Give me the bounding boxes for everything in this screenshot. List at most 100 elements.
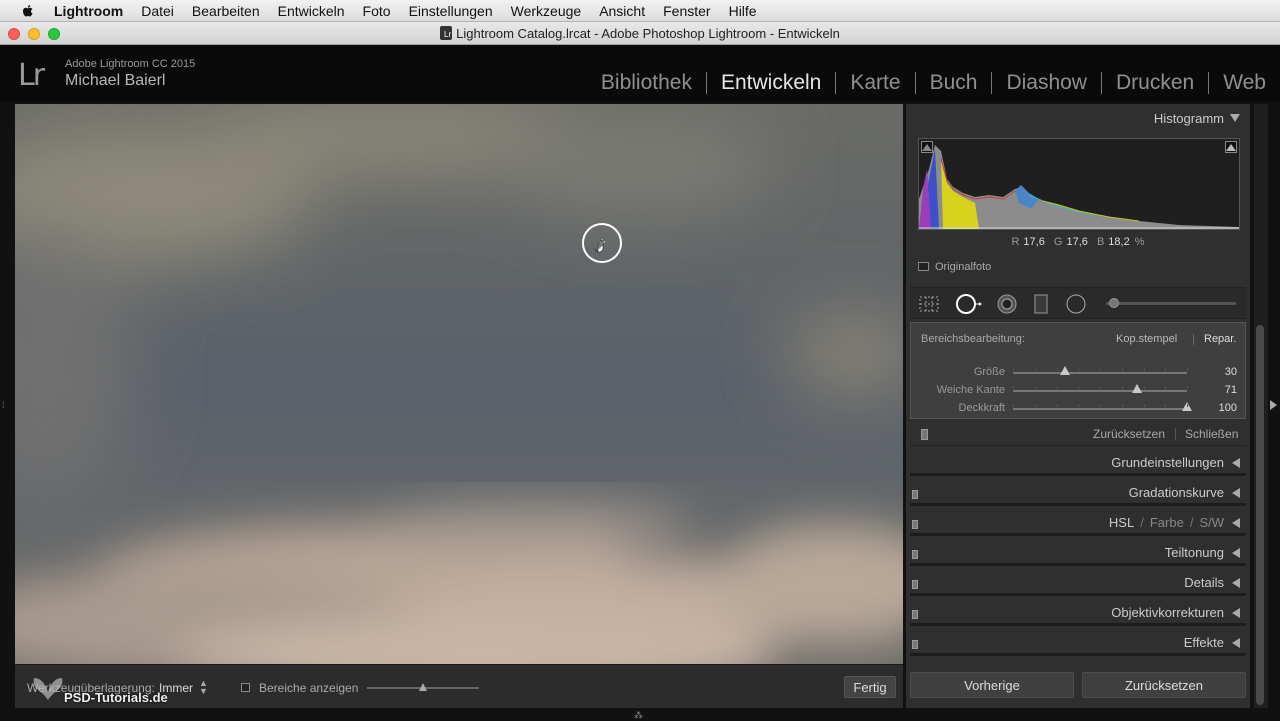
slider-tick <box>1078 368 1080 371</box>
apple-icon[interactable] <box>20 3 36 19</box>
radial-filter-icon[interactable] <box>1065 293 1087 315</box>
section-hsl-title: HSL / Farbe / S/W <box>1109 515 1224 530</box>
clone-mode-button[interactable]: Kop.stempel <box>1116 333 1177 345</box>
module-buch[interactable]: Buch <box>914 72 992 94</box>
expand-triangle-icon[interactable] <box>1232 608 1240 618</box>
feather-slider-knob[interactable] <box>1131 384 1142 393</box>
reset-button[interactable]: Zurücksetzen <box>1082 672 1246 698</box>
brush-slider[interactable] <box>1106 302 1236 305</box>
section-toggle-switch[interactable] <box>912 550 918 559</box>
module-bibliothek[interactable]: Bibliothek <box>587 72 706 94</box>
size-value[interactable]: 30 <box>1225 366 1237 378</box>
expand-triangle-icon[interactable] <box>1232 488 1240 498</box>
feather-slider[interactable] <box>1013 390 1187 392</box>
expand-triangle-icon[interactable] <box>1232 518 1240 528</box>
feather-value[interactable]: 71 <box>1225 384 1237 396</box>
spot-tool-footer: Zurücksetzen Schließen <box>910 422 1246 446</box>
expand-triangle-icon[interactable] <box>1232 548 1240 558</box>
lightroom-logo: Lr <box>18 58 45 93</box>
color-tab[interactable]: Farbe <box>1150 515 1184 530</box>
section-lens-corrections[interactable]: Objektivkorrekturen <box>910 600 1246 626</box>
section-basic[interactable]: Grundeinstellungen <box>910 450 1246 476</box>
original-photo-label: Originalfoto <box>935 261 992 273</box>
slider-tick <box>1013 368 1014 371</box>
slider-tick <box>1034 386 1036 389</box>
tool-reset-button[interactable]: Zurücksetzen <box>1093 427 1165 441</box>
expand-triangle-icon[interactable] <box>1232 638 1240 648</box>
menu-datei[interactable]: Datei <box>141 3 174 19</box>
highlight-clipping-toggle[interactable] <box>1225 141 1237 153</box>
visualize-threshold-thumb[interactable] <box>419 683 427 691</box>
histogram-header[interactable]: Histogramm <box>906 104 1250 132</box>
window-title-bar: Lr Lightroom Catalog.lrcat - Adobe Photo… <box>0 22 1280 45</box>
menu-foto[interactable]: Foto <box>363 3 391 19</box>
expand-triangle-icon[interactable] <box>1232 458 1240 468</box>
crop-grid-icon[interactable] <box>918 293 940 315</box>
original-photo-checkbox[interactable] <box>918 262 929 271</box>
expand-triangle-icon[interactable] <box>1232 578 1240 588</box>
menu-werkzeuge[interactable]: Werkzeuge <box>511 3 582 19</box>
panel-scrollbar-thumb[interactable] <box>1256 325 1264 705</box>
previous-button[interactable]: Vorherige <box>910 672 1074 698</box>
photo-canvas[interactable] <box>15 104 903 664</box>
section-toggle-switch[interactable] <box>912 610 918 619</box>
menu-bar: Lightroom Datei Bearbeiten Entwickeln Fo… <box>0 0 1280 22</box>
fullscreen-window-button[interactable] <box>48 28 60 40</box>
section-toggle-switch[interactable] <box>912 490 918 499</box>
close-window-button[interactable] <box>8 28 20 40</box>
minimize-window-button[interactable] <box>28 28 40 40</box>
opacity-value[interactable]: 100 <box>1219 402 1237 414</box>
section-toggle-switch[interactable] <box>912 640 918 649</box>
slider-tick <box>1100 386 1101 389</box>
menu-entwickeln[interactable]: Entwickeln <box>278 3 345 19</box>
red-eye-icon[interactable] <box>996 293 1018 315</box>
section-hsl[interactable]: HSL / Farbe / S/W <box>910 510 1246 536</box>
tool-close-button[interactable]: Schließen <box>1185 427 1238 441</box>
menu-einstellungen[interactable]: Einstellungen <box>409 3 493 19</box>
show-areas-checkbox[interactable] <box>241 683 250 692</box>
hsl-tab[interactable]: HSL <box>1109 515 1134 530</box>
tool-toggle-switch[interactable] <box>921 429 928 440</box>
section-details[interactable]: Details <box>910 570 1246 596</box>
module-entwickeln[interactable]: Entwickeln <box>705 72 835 94</box>
histogram[interactable] <box>918 138 1240 230</box>
module-drucken[interactable]: Drucken <box>1100 72 1208 94</box>
section-split-toning-title: Teiltonung <box>1164 545 1224 560</box>
collapse-left-panel-icon[interactable]: ⁞ <box>2 400 5 410</box>
section-effects[interactable]: Effekte <box>910 630 1246 656</box>
tool-overlay-select[interactable]: Immer <box>159 681 193 695</box>
collapse-triangle-icon[interactable] <box>1230 114 1240 122</box>
section-effects-title: Effekte <box>1183 635 1224 650</box>
collapse-filmstrip-icon[interactable]: ⁂ <box>634 710 643 721</box>
menu-hilfe[interactable]: Hilfe <box>729 3 757 19</box>
window-title: Lightroom Catalog.lrcat - Adobe Photosho… <box>456 25 840 41</box>
select-stepper-icon[interactable]: ▲ ▼ <box>199 679 208 696</box>
menu-ansicht[interactable]: Ansicht <box>599 3 645 19</box>
bw-tab[interactable]: S/W <box>1199 515 1224 530</box>
brush-slider-knob[interactable] <box>1109 298 1119 308</box>
slider-tick <box>1165 404 1167 407</box>
slider-tick <box>1056 386 1058 389</box>
opacity-slider[interactable] <box>1013 408 1187 410</box>
spot-removal-icon[interactable] <box>954 293 984 315</box>
size-slider[interactable] <box>1013 372 1187 374</box>
size-slider-knob[interactable] <box>1060 366 1071 375</box>
section-tone-curve[interactable]: Gradationskurve <box>910 480 1246 506</box>
slider-tick <box>1034 404 1036 407</box>
menu-fenster[interactable]: Fenster <box>663 3 710 19</box>
section-split-toning[interactable]: Teiltonung <box>910 540 1246 566</box>
menu-app[interactable]: Lightroom <box>54 3 123 19</box>
graduated-filter-icon[interactable] <box>1030 293 1052 315</box>
heal-mode-button[interactable]: Repar. <box>1204 333 1236 345</box>
slider-tick <box>1187 368 1188 371</box>
menu-bearbeiten[interactable]: Bearbeiten <box>192 3 260 19</box>
module-diashow[interactable]: Diashow <box>991 72 1101 94</box>
section-toggle-switch[interactable] <box>912 520 918 529</box>
module-karte[interactable]: Karte <box>835 72 914 94</box>
slider-tick <box>1078 386 1080 389</box>
module-web[interactable]: Web <box>1208 72 1280 94</box>
collapse-right-panel-icon[interactable] <box>1270 400 1277 410</box>
done-button[interactable]: Fertig <box>844 676 896 698</box>
section-toggle-switch[interactable] <box>912 580 918 589</box>
shadow-clipping-toggle[interactable] <box>921 141 933 153</box>
